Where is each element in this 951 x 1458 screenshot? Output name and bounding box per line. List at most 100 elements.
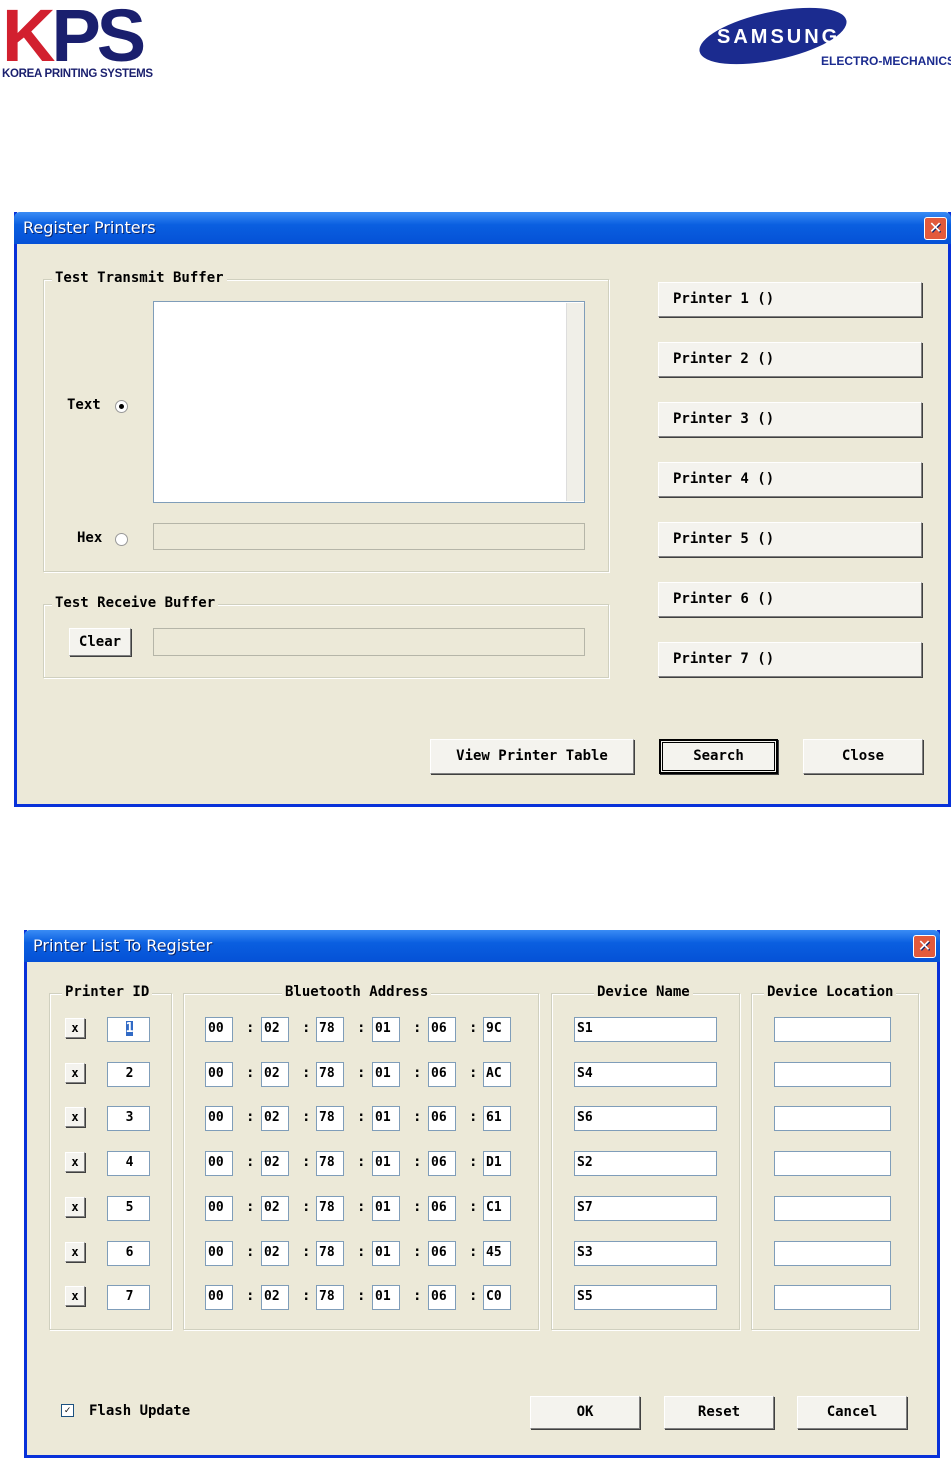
bluetooth-byte-input[interactable]: 78 [316, 1240, 344, 1266]
dialog-title-bar[interactable]: Printer List To Register ✕ [24, 930, 940, 962]
bluetooth-byte-input[interactable]: 00 [205, 1061, 233, 1087]
text-scrollbar[interactable] [566, 303, 584, 501]
close-button[interactable]: Close [803, 739, 923, 774]
cancel-button[interactable]: Cancel [797, 1396, 907, 1429]
bluetooth-byte-input[interactable]: D1 [483, 1151, 511, 1177]
ok-button[interactable]: OK [530, 1396, 640, 1429]
device-location-input[interactable] [774, 1106, 891, 1132]
bluetooth-byte-input[interactable]: 00 [205, 1195, 233, 1221]
printer-7-button[interactable]: Printer 7 () [658, 642, 922, 677]
clear-button[interactable]: Clear [69, 628, 131, 656]
bluetooth-byte-input[interactable]: 9C [483, 1017, 511, 1042]
bluetooth-byte-input[interactable]: 06 [428, 1151, 456, 1177]
address-separator: : [302, 1109, 311, 1126]
device-name-input[interactable]: S6 [574, 1106, 717, 1132]
printer-3-button[interactable]: Printer 3 () [658, 402, 922, 437]
bluetooth-byte-input[interactable]: 02 [261, 1017, 289, 1042]
bluetooth-byte-input[interactable]: 78 [316, 1106, 344, 1132]
bluetooth-byte-input[interactable]: 78 [316, 1285, 344, 1311]
bluetooth-byte-input[interactable]: 78 [316, 1195, 344, 1221]
text-radio[interactable] [115, 400, 128, 413]
row-5-remove-checkbox[interactable]: x [65, 1196, 85, 1217]
printer-id-input[interactable]: 1 [107, 1017, 150, 1042]
bluetooth-byte-input[interactable]: 01 [372, 1195, 400, 1221]
bluetooth-byte-input[interactable]: 02 [261, 1106, 289, 1132]
bluetooth-byte-input[interactable]: 45 [483, 1240, 511, 1266]
bluetooth-byte-input[interactable]: C1 [483, 1195, 511, 1221]
printer-5-button[interactable]: Printer 5 () [658, 522, 922, 557]
device-name-input[interactable]: S5 [574, 1285, 717, 1311]
device-name-input[interactable]: S4 [574, 1061, 717, 1087]
device-name-input[interactable]: S3 [574, 1240, 717, 1266]
printer-1-button[interactable]: Printer 1 () [658, 282, 922, 317]
bluetooth-byte-input[interactable]: 01 [372, 1017, 400, 1042]
printer-id-input[interactable]: 4 [107, 1151, 150, 1177]
printer-id-input[interactable]: 7 [107, 1285, 150, 1311]
bluetooth-byte-input[interactable]: 00 [205, 1017, 233, 1042]
bluetooth-byte-input[interactable]: 01 [372, 1151, 400, 1177]
device-location-input[interactable] [774, 1195, 891, 1221]
bluetooth-byte-input[interactable]: 06 [428, 1106, 456, 1132]
flash-update-label: Flash Update [89, 1403, 191, 1419]
bluetooth-byte-input[interactable]: 78 [316, 1017, 344, 1042]
bluetooth-byte-input[interactable]: 06 [428, 1195, 456, 1221]
device-name-input[interactable]: S1 [574, 1017, 717, 1042]
printer-4-button[interactable]: Printer 4 () [658, 462, 922, 497]
bluetooth-byte-input[interactable]: 06 [428, 1017, 456, 1042]
bluetooth-byte-input[interactable]: 02 [261, 1285, 289, 1311]
device-location-input[interactable] [774, 1285, 891, 1311]
bluetooth-byte-input[interactable]: AC [483, 1061, 511, 1087]
row-2-remove-checkbox[interactable]: x [65, 1062, 85, 1083]
bluetooth-byte-input[interactable]: 00 [205, 1151, 233, 1177]
printer-id-input[interactable]: 5 [107, 1195, 150, 1221]
row-7-remove-checkbox[interactable]: x [65, 1286, 85, 1307]
hex-input[interactable] [153, 523, 585, 550]
printer-id-value: 4 [125, 1155, 134, 1171]
address-separator: : [469, 1288, 478, 1305]
bluetooth-byte-input[interactable]: 02 [261, 1195, 289, 1221]
search-button[interactable]: Search [659, 739, 778, 774]
printer-2-button[interactable]: Printer 2 () [658, 342, 922, 377]
device-location-input[interactable] [774, 1017, 891, 1042]
row-4-remove-checkbox[interactable]: x [65, 1152, 85, 1173]
bluetooth-byte-input[interactable]: 00 [205, 1285, 233, 1311]
device-location-input[interactable] [774, 1061, 891, 1087]
bluetooth-byte-input[interactable]: 02 [261, 1240, 289, 1266]
bluetooth-byte-input[interactable]: 06 [428, 1240, 456, 1266]
flash-update-checkbox[interactable]: ✓ [61, 1404, 74, 1417]
address-separator: : [413, 1243, 422, 1260]
hex-radio[interactable] [115, 533, 128, 546]
row-6-remove-checkbox[interactable]: x [65, 1241, 85, 1262]
bluetooth-byte-input[interactable]: 06 [428, 1061, 456, 1087]
bluetooth-byte-input[interactable]: 02 [261, 1151, 289, 1177]
bluetooth-byte-input[interactable]: 02 [261, 1061, 289, 1087]
device-location-input[interactable] [774, 1151, 891, 1177]
bluetooth-byte-input[interactable]: C0 [483, 1285, 511, 1311]
close-icon[interactable]: ✕ [913, 935, 936, 958]
printer-id-input[interactable]: 3 [107, 1106, 150, 1132]
device-name-input[interactable]: S2 [574, 1151, 717, 1177]
text-input[interactable] [153, 301, 585, 503]
view-printer-table-button[interactable]: View Printer Table [430, 739, 634, 774]
printer-id-value: 7 [125, 1289, 134, 1305]
bluetooth-byte-input[interactable]: 01 [372, 1061, 400, 1087]
bluetooth-byte-input[interactable]: 06 [428, 1285, 456, 1311]
close-icon[interactable]: ✕ [924, 217, 947, 240]
printer-6-button[interactable]: Printer 6 () [658, 582, 922, 617]
bluetooth-byte-input[interactable]: 01 [372, 1106, 400, 1132]
bluetooth-byte-input[interactable]: 78 [316, 1151, 344, 1177]
reset-button[interactable]: Reset [664, 1396, 774, 1429]
printer-id-input[interactable]: 2 [107, 1061, 150, 1087]
device-name-input[interactable]: S7 [574, 1195, 717, 1221]
row-1-remove-checkbox[interactable]: x [65, 1018, 85, 1038]
bluetooth-byte-input[interactable]: 01 [372, 1285, 400, 1311]
bluetooth-byte-input[interactable]: 01 [372, 1240, 400, 1266]
bluetooth-byte-input[interactable]: 78 [316, 1061, 344, 1087]
bluetooth-byte-input[interactable]: 00 [205, 1106, 233, 1132]
bluetooth-byte-input[interactable]: 00 [205, 1240, 233, 1266]
bluetooth-byte-input[interactable]: 61 [483, 1106, 511, 1132]
device-location-input[interactable] [774, 1240, 891, 1266]
row-3-remove-checkbox[interactable]: x [65, 1107, 85, 1128]
printer-id-input[interactable]: 6 [107, 1240, 150, 1266]
dialog-title-bar[interactable]: Register Printers ✕ [14, 212, 951, 244]
